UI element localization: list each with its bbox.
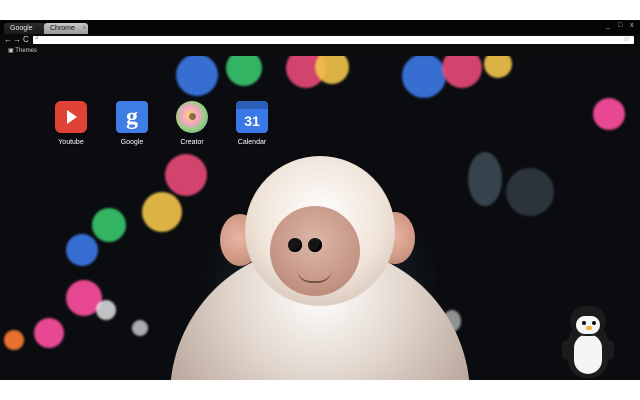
penguin-eye-right [592, 321, 596, 325]
maximize-button[interactable]: □ [618, 22, 622, 29]
app-youtube[interactable]: Youtube [41, 101, 101, 146]
tab-label: Chrome [50, 25, 75, 32]
bokeh-light [96, 300, 116, 320]
penguin-wing-left [562, 340, 572, 360]
star-icon[interactable]: ☆ [623, 34, 630, 43]
bokeh-light [132, 320, 148, 336]
bokeh-light [593, 98, 625, 130]
tab-chrome[interactable]: Chrome x [44, 23, 88, 34]
tab-label: Google [10, 25, 33, 32]
close-window-button[interactable]: x [630, 22, 634, 29]
penguin-mascot [560, 306, 616, 380]
bokeh-light [506, 168, 554, 216]
browser-window: Google x Chrome x _ □ x ← → C ⌕ ☆ ▣ Them… [0, 20, 640, 380]
app-label: Google [120, 139, 144, 146]
app-creator[interactable]: Creator [162, 101, 222, 146]
app-google[interactable]: g Google [102, 101, 162, 146]
bokeh-light [402, 56, 446, 98]
monkey-eye-left [288, 238, 302, 252]
toolbar: ← → C ⌕ ☆ [0, 34, 640, 46]
bokeh-light [315, 56, 349, 84]
bokeh-light [442, 56, 482, 88]
close-icon[interactable]: x [83, 23, 86, 34]
youtube-icon [55, 101, 87, 133]
calendar-icon: 31 [236, 101, 268, 133]
app-label: Creator [180, 139, 204, 146]
bookmark-themes[interactable]: ▣ Themes [8, 47, 37, 54]
penguin-eye-left [582, 321, 586, 325]
bokeh-light [142, 192, 182, 232]
bokeh-light [66, 234, 98, 266]
bokeh-light [226, 56, 262, 86]
creator-icon [176, 101, 208, 133]
bokeh-light [165, 154, 207, 196]
search-icon: ⌕ [35, 35, 39, 42]
app-calendar[interactable]: 31 Calendar [222, 101, 282, 146]
bokeh-light [484, 56, 512, 78]
calendar-badge: 31 [244, 113, 260, 129]
tab-google[interactable]: Google x [4, 23, 54, 34]
bokeh-light [4, 330, 24, 350]
app-label: Youtube [58, 139, 84, 146]
tab-strip: Google x Chrome x _ □ x [0, 20, 640, 34]
penguin-belly [574, 334, 602, 374]
bokeh-light [92, 208, 126, 242]
bookmark-label: Themes [15, 48, 37, 54]
minimize-button[interactable]: _ [606, 22, 610, 29]
folder-icon: ▣ [8, 48, 14, 54]
app-label: Calendar [237, 139, 267, 146]
back-button[interactable]: ← [4, 34, 12, 46]
monkey-eye-right [308, 238, 322, 252]
bokeh-light [176, 56, 218, 96]
bokeh-light [468, 152, 502, 206]
reload-button[interactable]: C [23, 34, 29, 46]
forward-button[interactable]: → [13, 34, 21, 46]
google-icon: g [116, 101, 148, 133]
omnibox[interactable]: ⌕ ☆ [33, 34, 634, 44]
new-tab-page: Youtube g Google Creator 31 Calendar [0, 56, 640, 380]
bokeh-light [34, 318, 64, 348]
penguin-beak [586, 326, 592, 330]
penguin-wing-right [604, 340, 614, 360]
penguin-face [576, 316, 600, 334]
bookmarks-bar: ▣ Themes [0, 46, 640, 56]
